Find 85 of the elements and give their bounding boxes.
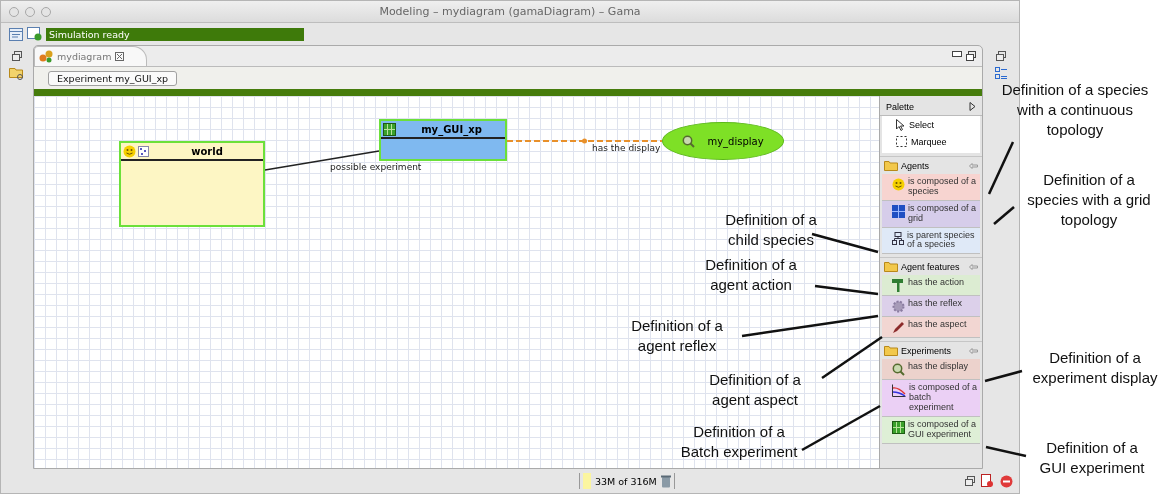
palette-item-label: is composed of a species <box>908 177 978 197</box>
experiment-node[interactable]: my_GUI_xp <box>379 119 507 161</box>
grid-icon <box>383 122 396 136</box>
node-title: my_GUI_xp <box>420 123 483 135</box>
display-node[interactable]: my_display <box>662 122 784 160</box>
palette-item[interactable]: is composed of a GUI experiment <box>882 417 980 444</box>
collapse-arrow-icon[interactable] <box>969 102 976 111</box>
annotation-text: Definition of a child species <box>724 210 818 250</box>
folder-icon <box>884 160 898 171</box>
window-icon[interactable] <box>9 27 23 41</box>
minimize-icon[interactable] <box>952 51 962 57</box>
hierarchy-icon <box>892 231 904 245</box>
palette-item[interactable]: has the action <box>882 275 980 297</box>
experiment-button[interactable]: Experiment my_GUI_xp <box>48 70 178 86</box>
annotation-text: Definition of a experiment display <box>1031 348 1159 388</box>
palette-item-label: is composed of a GUI experiment <box>908 420 978 440</box>
restore-icon[interactable] <box>12 51 22 61</box>
status-bar: Simulation ready <box>46 27 304 41</box>
leader-line <box>984 369 1023 383</box>
restore-icon[interactable] <box>996 51 1006 61</box>
hammer-icon <box>892 279 905 293</box>
pencil-icon <box>892 321 905 335</box>
gear-icon <box>892 300 905 314</box>
palette-item[interactable]: has the aspect <box>882 317 980 339</box>
palette-item-label: has the action <box>908 278 965 289</box>
leader-line <box>814 284 879 296</box>
marquee-icon <box>896 136 907 147</box>
palette-tool[interactable]: Select <box>896 119 980 131</box>
leader-line <box>993 206 1015 225</box>
restore-icon[interactable] <box>965 476 975 486</box>
magnifier-icon <box>892 363 905 377</box>
palette-item[interactable]: is composed of a grid <box>882 200 980 228</box>
annotation-text: Definition of a agent aspect <box>708 370 802 410</box>
palette-item-label: is parent species of a species <box>907 230 976 251</box>
palette-item-label: is composed of a batch experiment <box>909 383 978 413</box>
folder-icon <box>884 261 898 273</box>
edge-label: possible experiment <box>330 162 422 172</box>
leader-line <box>985 445 1027 458</box>
palette-item-label: has the reflex <box>908 299 963 310</box>
annotation-text: Definition of a GUI experiment <box>1038 438 1146 478</box>
diagram-icon <box>39 50 53 63</box>
annotation-text: Definition of a species with a continuous topology <box>1000 80 1150 140</box>
drawer-title[interactable]: Agents <box>901 160 966 171</box>
folder-search-icon[interactable] <box>9 67 25 81</box>
palette-item[interactable]: is parent species of a species <box>882 227 980 255</box>
palette-item-label: is composed of a grid <box>908 203 978 224</box>
dots-icon <box>138 145 149 157</box>
palette-item[interactable]: is composed of a species <box>882 174 980 201</box>
trash-icon[interactable] <box>660 474 671 488</box>
annotation-text: Definition of a Batch experiment <box>679 422 799 462</box>
close-icon[interactable] <box>115 52 125 61</box>
grid-icon <box>892 421 905 434</box>
palette-title: Palette <box>886 101 915 112</box>
palette-item-label: has the aspect <box>908 320 967 331</box>
simulation-icon[interactable] <box>27 27 42 41</box>
palette-item[interactable]: has the reflex <box>882 296 980 318</box>
memory-text: 33M of 316M <box>595 475 657 487</box>
palette-item-label: has the display <box>908 362 969 373</box>
edge-label: has the display <box>592 143 661 153</box>
pointer-icon <box>896 119 905 131</box>
outline-icon[interactable] <box>995 67 1007 80</box>
leader-line <box>987 141 1015 195</box>
stop-icon[interactable] <box>1000 474 1013 488</box>
node-title: world <box>190 145 224 157</box>
annotation-text: Definition of a agent action <box>704 255 798 295</box>
chart-icon <box>892 384 906 398</box>
memory-indicator[interactable]: 33M of 316M <box>579 473 675 489</box>
window-title: Modeling – mydiagram (gamaDiagram) – Gama <box>378 5 642 18</box>
palette-item[interactable]: has the display <box>882 359 980 381</box>
drawer-title[interactable]: Agent features <box>901 261 966 272</box>
species-node[interactable]: world <box>119 141 265 227</box>
folder-icon <box>884 345 898 357</box>
palette-tool[interactable]: Marquee <box>896 136 980 147</box>
maximize-icon[interactable] <box>966 51 976 61</box>
editor-tab[interactable]: mydiagram <box>34 46 148 66</box>
annotation-text: Definition of a species with a grid topology <box>1026 170 1152 230</box>
palette-item[interactable]: is composed of a batch experiment <box>882 380 980 417</box>
console-icon[interactable] <box>981 474 994 488</box>
grid-icon <box>892 204 905 218</box>
drawer-title[interactable]: Experiments <box>901 345 966 356</box>
node-title: my_display <box>707 135 764 147</box>
smiley-icon <box>123 144 136 158</box>
smiley-icon <box>892 178 905 191</box>
magnifier-icon <box>682 134 696 148</box>
annotation-text: Definition of a agent reflex <box>630 316 724 356</box>
